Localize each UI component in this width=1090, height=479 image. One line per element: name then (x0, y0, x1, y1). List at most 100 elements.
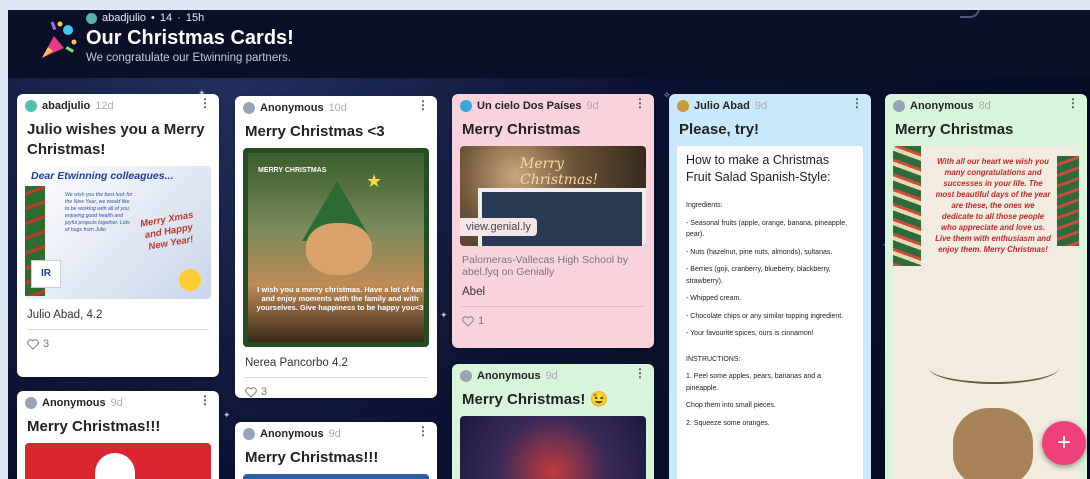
post-author[interactable]: abadjulio (42, 100, 90, 112)
board-header: abadjulio • 14 · 15h Our Christmas Cards… (8, 10, 1090, 78)
more-options-icon[interactable]: ⋮ (634, 97, 646, 109)
post-age: 9d (754, 100, 768, 112)
post-title: Merry Christmas (462, 121, 581, 138)
avatar (893, 100, 905, 112)
document-preview[interactable]: How to make a Christmas Fruit Salad Span… (677, 146, 863, 479)
post-image[interactable]: Dear Etwinning colleagues... We wish you… (25, 166, 211, 299)
post-card[interactable]: Anonymous 10d ⋮ Merry Christmas <3 MERRY… (235, 96, 437, 398)
padlet-board: abadjulio • 14 · 15h Our Christmas Cards… (8, 10, 1090, 479)
post-card[interactable]: Un cielo Dos Países 9d ⋮ Merry Christmas… (452, 94, 654, 348)
party-popper-icon (42, 21, 77, 58)
author-avatar (86, 12, 97, 24)
link-url[interactable]: view.genial.ly (460, 218, 537, 236)
more-options-icon[interactable]: ⋮ (417, 425, 429, 437)
like-count: 3 (261, 386, 268, 398)
preview-window (478, 188, 646, 246)
post-caption: Nerea Pancorbo 4.2 (245, 357, 348, 369)
board-time: 15h (185, 12, 205, 24)
post-card[interactable]: Anonymous 9d ⋮ Merry Christmas!!! (17, 391, 219, 479)
reindeer-face (953, 408, 1033, 479)
board-author[interactable]: abadjulio (102, 12, 146, 24)
holly-decoration (893, 146, 921, 266)
like-button[interactable]: 1 (452, 307, 654, 335)
post-header: abadjulio 12d ⋮ (17, 94, 219, 118)
santa-figure (95, 453, 135, 479)
post-title: Merry Christmas! 😉 (462, 391, 609, 408)
post-image[interactable]: MERRY CHRISTMAS ★ I wish you a merry chr… (243, 148, 429, 347)
post-author[interactable]: Julio Abad (694, 100, 750, 112)
board-meta: abadjulio • 14 · 15h (86, 12, 204, 24)
heart-icon (27, 338, 39, 350)
like-count: 1 (478, 315, 485, 327)
post-age: 9d (586, 100, 599, 112)
page-title: Our Christmas Cards! (86, 27, 294, 49)
star-decoration: ✦ (223, 410, 231, 420)
add-post-button[interactable]: + (1042, 421, 1086, 465)
like-button[interactable]: 3 (235, 378, 437, 398)
post-age: 9d (545, 370, 558, 382)
post-title: Merry Christmas (895, 121, 1014, 138)
post-author[interactable]: Un cielo Dos Países (477, 100, 582, 112)
post-header: Anonymous 9d ⋮ (17, 391, 219, 415)
doc-title: How to make a Christmas Fruit Salad Span… (686, 153, 831, 184)
holly-decoration (1057, 156, 1079, 246)
post-age: 12d (95, 100, 114, 112)
heart-icon (245, 386, 257, 398)
post-author[interactable]: Anonymous (260, 428, 324, 440)
post-count: 14 (159, 12, 173, 24)
post-age: 8d (978, 100, 991, 112)
more-options-icon[interactable]: ⋮ (199, 97, 211, 109)
post-header: Un cielo Dos Países 9d ⋮ (452, 94, 654, 118)
link-description: Palomeras-Vallecas High School by abel.f… (462, 254, 629, 278)
star-decoration: ✦ (440, 310, 448, 320)
like-button[interactable]: 3 (17, 330, 219, 358)
post-caption: Abel (462, 286, 486, 298)
post-image[interactable] (460, 416, 646, 479)
avatar (25, 397, 37, 409)
post-header: Julio Abad 9d ⋮ (669, 94, 871, 118)
avatar (677, 100, 689, 112)
post-card[interactable]: abadjulio 12d ⋮ Julio wishes you a Merry… (17, 94, 219, 377)
more-options-icon[interactable]: ⋮ (417, 99, 429, 111)
avatar (243, 428, 255, 440)
light-string (929, 352, 1059, 384)
post-header: Anonymous 9d ⋮ (452, 364, 654, 388)
more-options-icon[interactable]: ⋮ (1067, 97, 1079, 109)
post-title: Julio wishes you a Merry Christmas! (27, 121, 205, 158)
post-author[interactable]: Anonymous (477, 370, 541, 382)
school-logo: IR (31, 260, 61, 288)
star-icon: ★ (366, 171, 383, 191)
post-age: 10d (328, 102, 347, 114)
post-image[interactable] (243, 474, 429, 479)
post-card[interactable]: Julio Abad 9d ⋮ Please, try! How to make… (669, 94, 871, 479)
avatar (25, 100, 37, 112)
more-options-icon[interactable]: ⋮ (851, 97, 863, 109)
post-age: 9d (328, 428, 341, 440)
page-subtitle: We congratulate our Etwinning partners. (86, 52, 291, 64)
post-card[interactable]: Anonymous 9d ⋮ Merry Christmas!!! (235, 422, 437, 479)
avatar (460, 100, 472, 112)
post-card[interactable]: Anonymous 9d ⋮ Merry Christmas! 😉 (452, 364, 654, 479)
like-count: 3 (43, 338, 50, 350)
avatar (460, 370, 472, 382)
post-author[interactable]: Anonymous (260, 102, 324, 114)
link-preview-image[interactable]: Merry Christmas! view.genial.ly (460, 146, 646, 246)
post-author[interactable]: Anonymous (42, 397, 106, 409)
post-title: Please, try! (679, 121, 760, 138)
emoji-face-icon (179, 269, 201, 291)
post-title: Merry Christmas <3 (245, 123, 385, 140)
more-options-icon[interactable]: ⋮ (199, 394, 211, 406)
avatar (243, 102, 255, 114)
heart-icon (462, 315, 474, 327)
post-caption: Julio Abad, 4.2 (27, 309, 103, 321)
post-title: Merry Christmas!!! (27, 418, 161, 435)
post-header: Anonymous 8d ⋮ (885, 94, 1087, 118)
post-title: Merry Christmas!!! (245, 449, 379, 466)
more-options-icon[interactable]: ⋮ (634, 367, 646, 379)
post-age: 9d (110, 397, 123, 409)
cat-face (306, 223, 372, 275)
post-image[interactable] (25, 443, 211, 479)
post-header: Anonymous 10d ⋮ (235, 96, 437, 120)
post-author[interactable]: Anonymous (910, 100, 974, 112)
post-header: Anonymous 9d ⋮ (235, 422, 437, 446)
